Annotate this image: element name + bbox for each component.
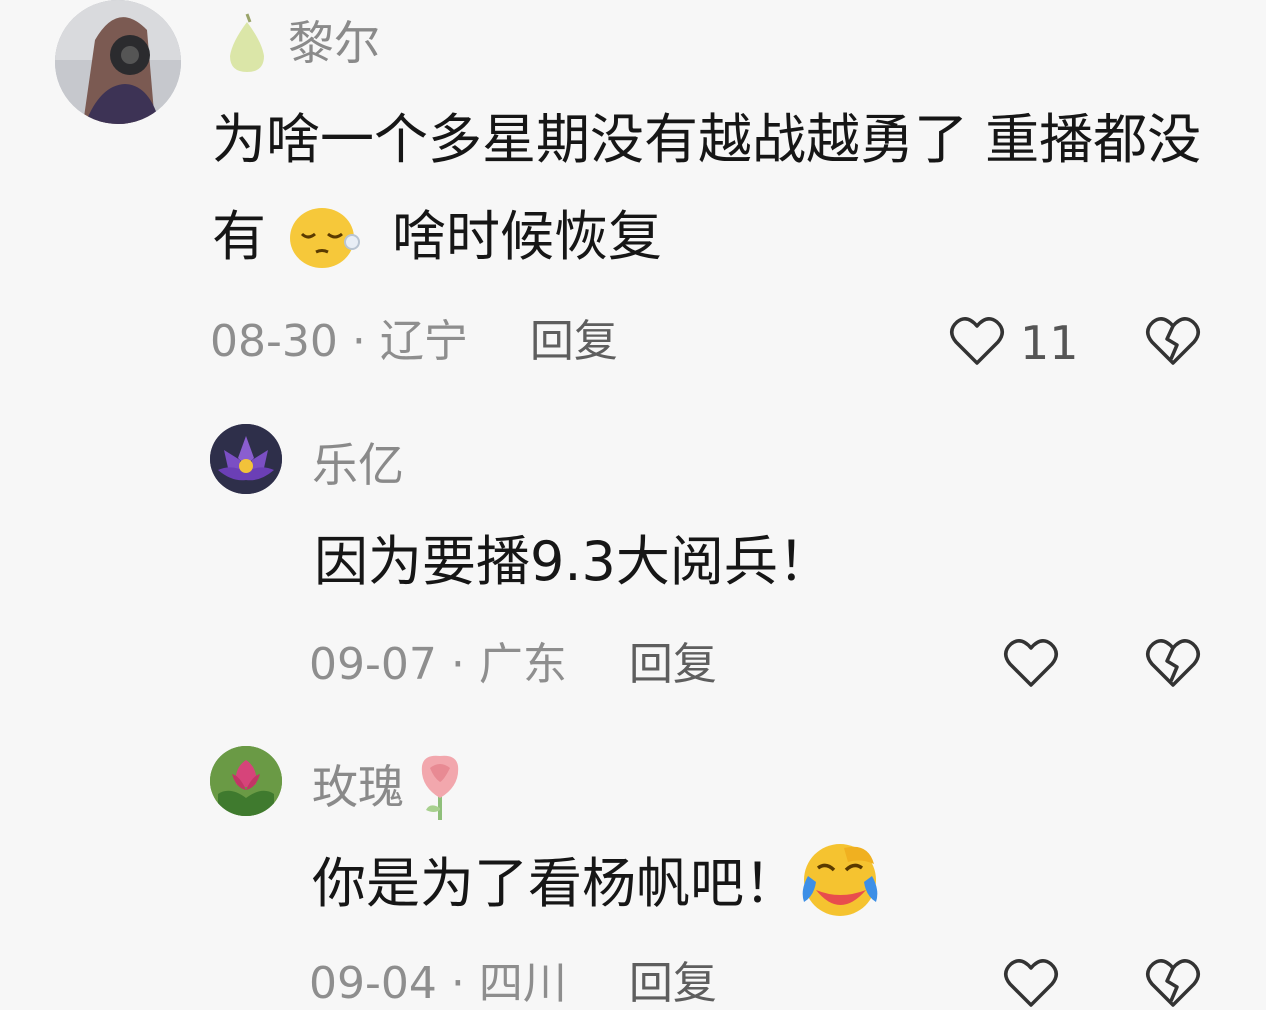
separator-dot: · — [450, 958, 465, 1009]
heart-icon — [1004, 639, 1058, 687]
comment-date: 09-04 — [309, 958, 437, 1009]
separator-dot: · — [351, 316, 366, 367]
like-button[interactable] — [948, 314, 1006, 368]
comment-text-line2-start: 有 — [212, 205, 266, 268]
comment-text-line2-end: 啥时候恢复 — [392, 205, 662, 268]
dislike-button[interactable] — [1144, 956, 1202, 1010]
crying-laughing-icon — [798, 840, 884, 926]
author-name[interactable]: 黎尔 — [288, 20, 380, 66]
broken-heart-icon — [1146, 317, 1200, 365]
broken-heart-icon — [1146, 639, 1200, 687]
comment-text-line1: 为啥一个多星期没有越战越勇了 重播都没 — [212, 108, 1202, 171]
dislike-button[interactable] — [1144, 636, 1202, 690]
avatar[interactable] — [210, 424, 282, 494]
separator-dot: · — [450, 639, 465, 690]
avatar[interactable] — [210, 746, 282, 816]
comment-meta: 09-04 · 四川 回复 — [309, 962, 717, 1006]
like-button[interactable] — [1002, 636, 1060, 690]
broken-heart-icon — [1146, 959, 1200, 1007]
author-name[interactable]: 玫瑰 — [312, 764, 404, 810]
heart-icon — [1004, 959, 1058, 1007]
like-button[interactable] — [1002, 956, 1060, 1010]
comment-meta: 08-30 · 辽宁 回复 — [210, 320, 618, 364]
comment-date: 09-07 — [309, 639, 437, 690]
dislike-button[interactable] — [1144, 314, 1202, 368]
heart-icon — [950, 317, 1004, 365]
reply-button[interactable]: 回复 — [629, 643, 717, 687]
sleepy-face-icon — [288, 204, 362, 274]
comment-location: 广东 — [478, 639, 567, 690]
reply-button[interactable]: 回复 — [629, 962, 717, 1006]
avatar[interactable] — [55, 0, 181, 124]
rose-icon — [414, 752, 466, 826]
author-name[interactable]: 乐亿 — [312, 442, 404, 488]
comment-location: 四川 — [478, 958, 567, 1009]
like-count: 11 — [1020, 316, 1079, 370]
pear-icon — [224, 12, 270, 78]
comment-text: 你是为了看杨帆吧！ — [312, 852, 798, 915]
comment-location: 辽宁 — [379, 316, 468, 367]
comment-meta: 09-07 · 广东 回复 — [309, 643, 717, 687]
comment-date: 08-30 — [210, 316, 338, 367]
reply-button[interactable]: 回复 — [530, 320, 618, 364]
comment-text: 因为要播9.3大阅兵！ — [314, 530, 832, 593]
